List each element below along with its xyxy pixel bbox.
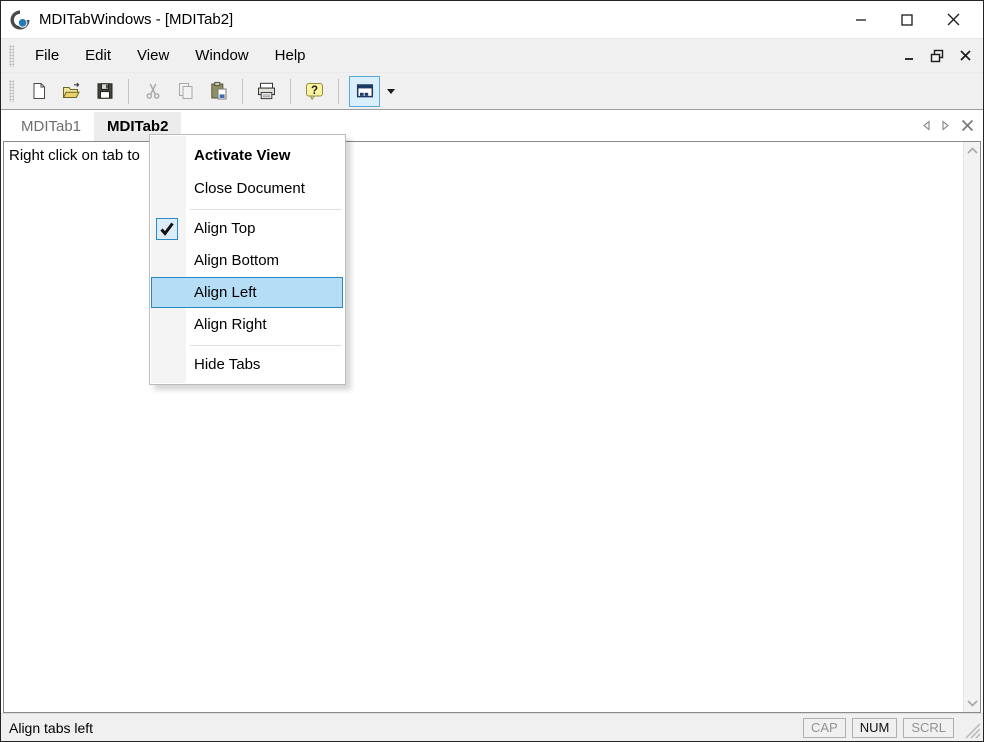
resize-grip[interactable] bbox=[963, 716, 983, 740]
save-icon bbox=[95, 81, 115, 101]
menu-item-align-top[interactable]: Align Top bbox=[150, 213, 345, 245]
menu-view[interactable]: View bbox=[124, 39, 182, 72]
mdi-restore-button[interactable] bbox=[929, 48, 945, 64]
mdi-child-controls bbox=[901, 48, 973, 64]
status-message: Align tabs left bbox=[9, 720, 93, 736]
tab-context-menu: Activate View Close Document Align Top A… bbox=[149, 134, 346, 385]
scroll-down-icon[interactable] bbox=[965, 698, 980, 709]
menu-separator bbox=[150, 205, 345, 213]
menu-item-activate-view[interactable]: Activate View bbox=[150, 139, 345, 173]
paste-button[interactable] bbox=[205, 78, 232, 105]
open-folder-icon bbox=[61, 81, 82, 101]
vertical-scrollbar[interactable] bbox=[963, 142, 980, 712]
cut-icon bbox=[143, 81, 163, 101]
copy-icon bbox=[176, 81, 196, 101]
menu-bar: File Edit View Window Help bbox=[1, 39, 983, 73]
toolbar-separator bbox=[290, 79, 291, 104]
toolbar: ? bbox=[1, 73, 983, 110]
menubar-gripper[interactable] bbox=[9, 45, 14, 67]
caps-lock-indicator: CAP bbox=[803, 718, 846, 738]
mdi-close-button[interactable] bbox=[957, 48, 973, 64]
svg-text:?: ? bbox=[311, 84, 318, 96]
save-button[interactable] bbox=[91, 78, 118, 105]
menu-item-hide-tabs[interactable]: Hide Tabs bbox=[150, 349, 345, 381]
minimize-button[interactable] bbox=[838, 1, 884, 38]
tabbed-window-icon bbox=[355, 81, 375, 101]
help-button[interactable]: ? bbox=[301, 78, 328, 105]
mdi-minimize-button[interactable] bbox=[901, 48, 917, 64]
print-button[interactable] bbox=[253, 78, 280, 105]
menu-edit[interactable]: Edit bbox=[72, 39, 124, 72]
open-button[interactable] bbox=[58, 78, 85, 105]
print-icon bbox=[256, 81, 277, 101]
menu-help[interactable]: Help bbox=[262, 39, 319, 72]
tabbed-windows-button[interactable] bbox=[349, 76, 380, 107]
window-controls bbox=[838, 1, 983, 38]
maximize-button[interactable] bbox=[884, 1, 930, 38]
copy-button bbox=[172, 78, 199, 105]
menu-item-align-bottom[interactable]: Align Bottom bbox=[150, 245, 345, 277]
checkmark-box bbox=[156, 218, 178, 240]
new-button[interactable] bbox=[25, 78, 52, 105]
toolbar-separator bbox=[242, 79, 243, 104]
tab-controls bbox=[920, 110, 975, 141]
maximize-icon bbox=[901, 14, 913, 26]
scroll-right-icon[interactable] bbox=[939, 118, 952, 133]
menu-window[interactable]: Window bbox=[182, 39, 261, 72]
status-bar: Align tabs left CAP NUM SCRL bbox=[1, 713, 983, 741]
paste-icon bbox=[209, 81, 229, 101]
toolbar-separator bbox=[128, 79, 129, 104]
close-tab-icon[interactable] bbox=[960, 118, 975, 133]
mdi-close-icon bbox=[960, 50, 971, 61]
toolbar-separator bbox=[338, 79, 339, 104]
tab-mditab1[interactable]: MDITab1 bbox=[8, 112, 94, 141]
toolbar-gripper[interactable] bbox=[9, 80, 14, 102]
close-button[interactable] bbox=[930, 1, 976, 38]
close-icon bbox=[947, 13, 960, 26]
num-lock-indicator: NUM bbox=[852, 718, 898, 738]
scroll-up-icon[interactable] bbox=[965, 145, 980, 156]
new-document-icon bbox=[29, 81, 49, 101]
menu-separator bbox=[150, 341, 345, 349]
menu-item-align-left[interactable]: Align Left bbox=[150, 277, 345, 309]
cut-button bbox=[139, 78, 166, 105]
minimize-icon bbox=[855, 14, 867, 26]
mdi-minimize-icon bbox=[904, 50, 915, 62]
status-indicators: CAP NUM SCRL bbox=[803, 716, 983, 740]
app-window: MDITabWindows - [MDITab2] File Edit View… bbox=[0, 0, 984, 742]
checkmark-icon bbox=[159, 221, 175, 237]
scroll-lock-indicator: SCRL bbox=[903, 718, 954, 738]
title-bar: MDITabWindows - [MDITab2] bbox=[1, 1, 983, 39]
menu-item-align-right[interactable]: Align Right bbox=[150, 309, 345, 341]
toolbar-options-dropdown-arrow-icon[interactable] bbox=[387, 89, 395, 94]
help-icon: ? bbox=[304, 81, 325, 102]
window-title: MDITabWindows - [MDITab2] bbox=[39, 11, 233, 28]
menu-file[interactable]: File bbox=[22, 39, 72, 72]
scroll-left-icon[interactable] bbox=[920, 118, 933, 133]
app-icon bbox=[10, 10, 30, 30]
mdi-restore-icon bbox=[930, 49, 944, 63]
menu-item-close-document[interactable]: Close Document bbox=[150, 173, 345, 205]
